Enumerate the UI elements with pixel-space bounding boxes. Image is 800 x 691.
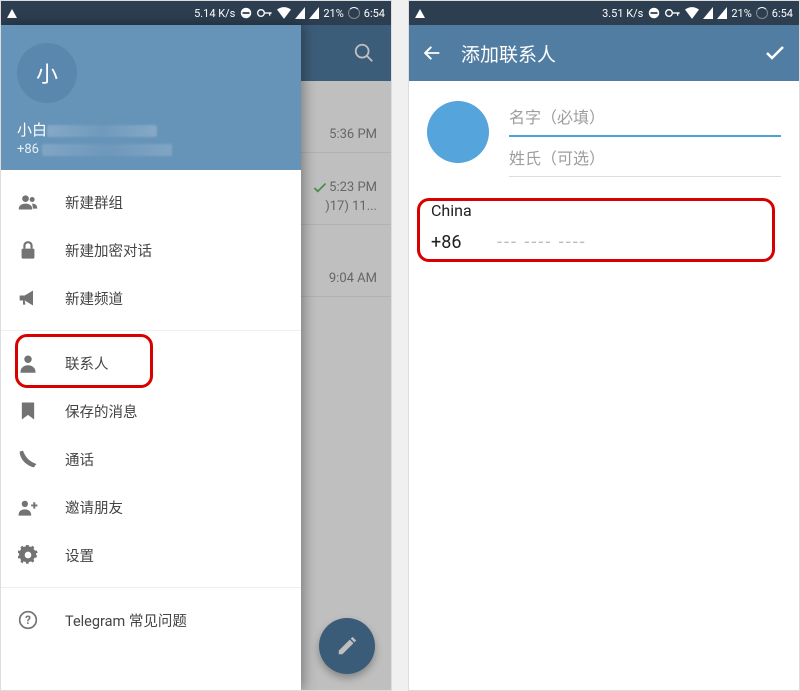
divider	[1, 587, 301, 588]
drawer-item-contacts[interactable]: 联系人	[1, 339, 301, 387]
drawer-item-label: 新建群组	[65, 192, 123, 213]
add-contact-form: 名字（必填） 姓氏（可选） China +86 --- ---- ----	[409, 81, 799, 279]
vpn-key-icon	[665, 7, 681, 19]
drawer-item-settings[interactable]: 设置	[1, 531, 301, 579]
avatar-initial: 小	[36, 57, 58, 89]
warning-icon	[7, 9, 17, 18]
drawer-item-label: Telegram 常见问题	[65, 610, 187, 631]
signal-icon	[309, 7, 319, 19]
last-name-placeholder: 姓氏（可选）	[509, 145, 605, 169]
redacted-text	[42, 144, 172, 156]
status-time: 6:54	[772, 7, 793, 20]
drawer-scrim[interactable]	[301, 25, 391, 690]
status-speed: 5.14 K/s	[194, 7, 235, 20]
country-selector[interactable]: China	[431, 201, 781, 220]
gear-icon	[17, 545, 39, 565]
status-bar: 3.51 K/s 21% 6:54	[409, 1, 799, 25]
megaphone-icon	[17, 289, 39, 307]
nav-drawer: 小 小白 +86 新建群组 新建加密对话 新建频道	[1, 25, 301, 690]
drawer-item-label: 联系人	[65, 353, 109, 374]
do-not-disturb-icon	[647, 6, 661, 20]
drawer-avatar[interactable]: 小	[17, 43, 77, 103]
phone-icon	[17, 449, 39, 469]
status-battery: 21%	[323, 7, 343, 20]
drawer-item-invite-friends[interactable]: 邀请朋友	[1, 483, 301, 531]
phone-left: 5.14 K/s 21% 6:54 5:36 PM 5:23 PM )17) 1…	[0, 0, 392, 691]
drawer-item-label: 新建加密对话	[65, 240, 152, 261]
drawer-list: 新建群组 新建加密对话 新建频道 联系人 保存的消息	[1, 170, 301, 690]
vpn-key-icon	[257, 7, 273, 19]
phone-number-field[interactable]: --- ---- ----	[497, 232, 587, 253]
lock-icon	[17, 240, 39, 260]
warning-icon	[415, 9, 425, 18]
divider	[1, 330, 301, 331]
add-contact-toolbar: 添加联系人	[409, 25, 799, 81]
adduser-icon	[17, 498, 39, 516]
status-time: 6:54	[364, 7, 385, 20]
status-bar: 5.14 K/s 21% 6:54	[1, 1, 391, 25]
contact-icon	[17, 353, 39, 373]
drawer-item-new-group[interactable]: 新建群组	[1, 178, 301, 226]
drawer-phone-prefix: +86	[17, 142, 39, 157]
status-speed: 3.51 K/s	[602, 7, 643, 20]
drawer-item-new-secret-chat[interactable]: 新建加密对话	[1, 226, 301, 274]
drawer-item-label: 新建频道	[65, 288, 123, 309]
help-icon: ?	[17, 610, 39, 630]
drawer-item-faq[interactable]: ? Telegram 常见问题	[1, 596, 301, 644]
contact-avatar-placeholder[interactable]	[427, 101, 489, 163]
status-battery: 21%	[731, 7, 751, 20]
loading-icon	[756, 7, 768, 19]
first-name-field[interactable]: 名字（必填）	[509, 97, 781, 137]
drawer-item-label: 通话	[65, 449, 94, 470]
signal-icon	[703, 7, 713, 19]
drawer-item-label: 保存的消息	[65, 401, 138, 422]
first-name-placeholder: 名字（必填）	[509, 104, 605, 128]
do-not-disturb-icon	[239, 6, 253, 20]
phone-right: 3.51 K/s 21% 6:54 添加联系人 名字（必填） 姓氏（可选）	[408, 0, 800, 691]
wifi-icon	[685, 7, 699, 19]
last-name-field[interactable]: 姓氏（可选）	[509, 137, 781, 177]
back-icon[interactable]	[421, 42, 443, 64]
signal-icon	[295, 7, 305, 19]
wifi-icon	[277, 7, 291, 19]
signal-icon	[717, 7, 727, 19]
drawer-item-label: 邀请朋友	[65, 497, 123, 518]
group-icon	[17, 192, 39, 212]
country-code-field[interactable]: +86	[431, 232, 479, 253]
drawer-item-calls[interactable]: 通话	[1, 435, 301, 483]
country-name: China	[431, 201, 472, 220]
confirm-icon[interactable]	[763, 41, 787, 65]
drawer-item-label: 设置	[65, 545, 94, 566]
redacted-text	[47, 125, 157, 137]
toolbar-title: 添加联系人	[461, 40, 745, 67]
bookmark-icon	[17, 401, 39, 421]
svg-text:?: ?	[25, 613, 31, 627]
drawer-username: 小白	[17, 121, 47, 139]
drawer-item-new-channel[interactable]: 新建频道	[1, 274, 301, 322]
drawer-item-saved-messages[interactable]: 保存的消息	[1, 387, 301, 435]
drawer-header[interactable]: 小 小白 +86	[1, 25, 301, 170]
loading-icon	[348, 7, 360, 19]
